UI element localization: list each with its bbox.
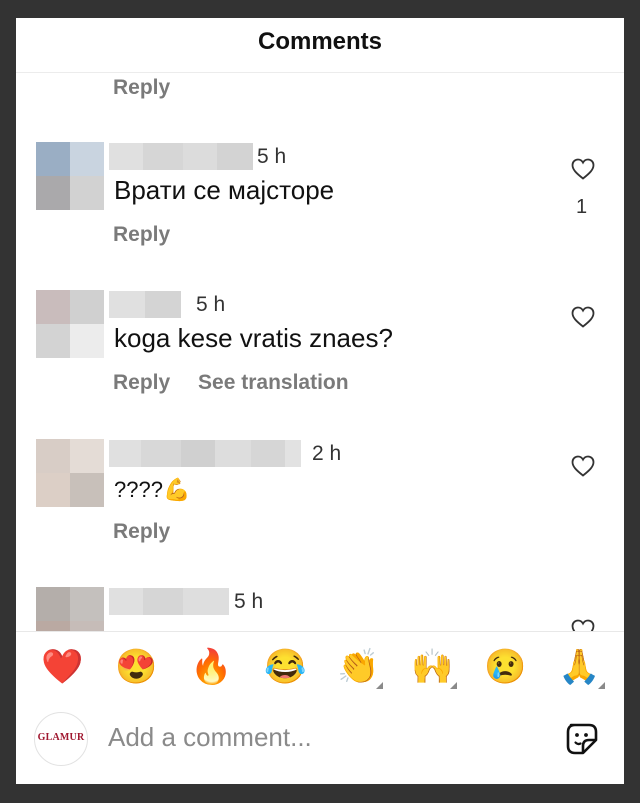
like-heart-icon[interactable] (571, 306, 595, 328)
raising-hands-icon[interactable]: 🙌 (411, 646, 453, 688)
comment-actions: Reply (113, 520, 192, 544)
comments-sheet: Comments Reply 5 h Врати се мајсторе Rep… (16, 18, 624, 784)
variant-indicator-icon (376, 682, 383, 689)
avatar[interactable] (36, 290, 104, 358)
comment-item: 2 h ????💪 Reply (16, 437, 624, 577)
timestamp: 5 h (234, 590, 264, 613)
heart-eyes-icon[interactable]: 😍 (115, 646, 157, 688)
username-blurred[interactable] (109, 143, 253, 170)
folded-hands-icon[interactable]: 🙏 (558, 646, 600, 688)
reply-button[interactable]: Reply (113, 520, 170, 543)
comment-input[interactable]: Add a comment... (108, 722, 312, 753)
sticker-icon[interactable] (565, 722, 599, 756)
username-blurred[interactable] (109, 588, 229, 615)
comment-composer: GLAMUR Add a comment... (16, 700, 624, 784)
reply-button[interactable]: Reply (113, 76, 170, 100)
avatar[interactable] (36, 439, 104, 507)
page-title: Comments (257, 28, 383, 55)
brand-logo-text: GLAMUR (37, 732, 85, 743)
timestamp: 5 h (196, 293, 226, 316)
like-heart-icon[interactable] (571, 455, 595, 477)
like-heart-icon[interactable] (571, 619, 595, 631)
fire-icon[interactable]: 🔥 (190, 646, 232, 688)
comment-item: 5 h (16, 585, 624, 631)
see-translation-link[interactable]: See translation (198, 371, 349, 394)
crying-face-icon[interactable]: 😢 (484, 646, 526, 688)
variant-indicator-icon (598, 682, 605, 689)
avatar[interactable]: GLAMUR (34, 712, 88, 766)
comment-list[interactable]: Reply 5 h Врати се мајсторе Reply 1 5 h … (16, 73, 624, 631)
comment-text: ????💪 (114, 477, 191, 502)
comment-item: 5 h Врати се мајсторе Reply 1 (16, 140, 624, 280)
clapping-hands-icon[interactable]: 👏 (337, 646, 379, 688)
avatar[interactable] (36, 587, 104, 631)
comment-text: koga kese vratis znaes? (114, 323, 393, 353)
comment-text: Врати се мајсторе (114, 175, 335, 205)
username-blurred[interactable] (109, 291, 181, 318)
comment-actions: Reply See translation (113, 371, 371, 395)
timestamp: 5 h (257, 145, 287, 168)
comment-actions: Reply (113, 223, 192, 247)
like-count: 1 (576, 196, 588, 218)
avatar[interactable] (36, 142, 104, 210)
reply-button[interactable]: Reply (113, 371, 170, 394)
variant-indicator-icon (450, 682, 457, 689)
header: Comments (16, 18, 624, 73)
username-blurred[interactable] (109, 440, 301, 467)
like-heart-icon[interactable] (571, 158, 595, 180)
reply-button[interactable]: Reply (113, 223, 170, 246)
tears-of-joy-icon[interactable]: 😂 (264, 646, 306, 688)
quick-reactions-bar: ❤️ 😍 🔥 😂 👏 🙌 😢 🙏 (16, 631, 624, 700)
timestamp: 2 h (312, 442, 342, 465)
red-heart-icon[interactable]: ❤️ (41, 646, 83, 688)
comment-item: 5 h koga kese vratis znaes? Reply See tr… (16, 288, 624, 428)
